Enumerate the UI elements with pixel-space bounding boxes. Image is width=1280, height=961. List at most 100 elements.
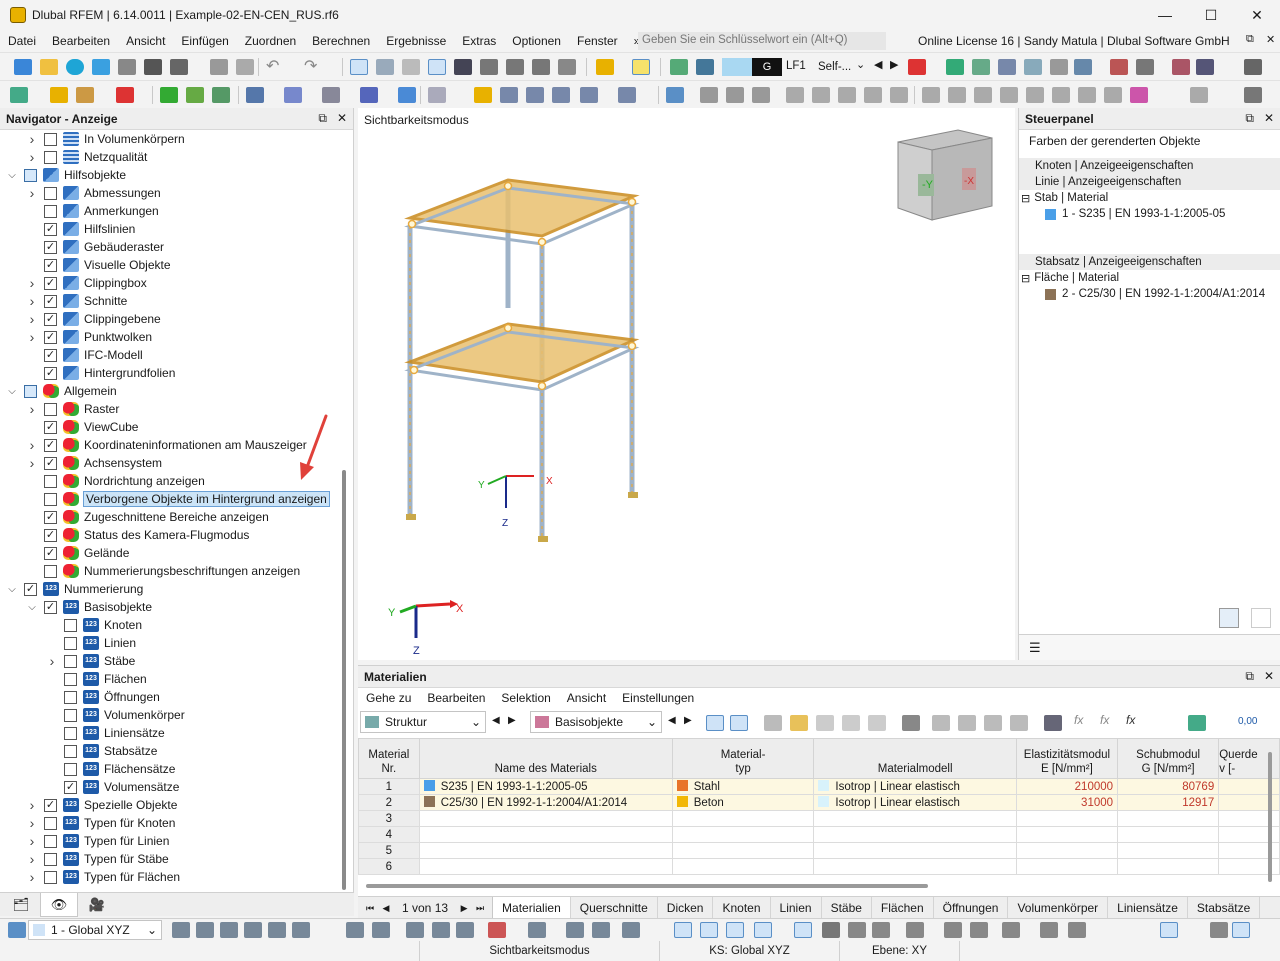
snap-tan-icon[interactable] — [292, 922, 310, 938]
more-tools-icon[interactable] — [1190, 87, 1208, 103]
menu-einstellungen[interactable]: Einstellungen — [614, 691, 702, 705]
chevron-right-icon[interactable]: › — [26, 275, 38, 291]
menu-bearbeiten[interactable]: Bearbeiten — [44, 34, 118, 48]
plate-icon[interactable] — [812, 87, 830, 103]
snap-grid-icon[interactable] — [196, 922, 214, 938]
collapse-icon[interactable]: ⊟ — [1021, 192, 1030, 205]
tree-item-checkbox[interactable] — [64, 672, 77, 686]
menu-optionen[interactable]: Optionen — [504, 34, 569, 48]
tree-item-checkbox[interactable] — [64, 636, 77, 650]
chevron-right-icon[interactable]: › — [26, 455, 38, 471]
snap-mid-icon[interactable] — [220, 922, 238, 938]
panel-icon[interactable] — [428, 59, 446, 75]
cell-type[interactable]: Beton — [671, 794, 815, 811]
copy-row-icon[interactable] — [868, 715, 886, 731]
tree-item-checkbox[interactable] — [44, 132, 57, 146]
table-icon[interactable] — [764, 715, 782, 731]
tree-item-checkbox[interactable] — [64, 762, 77, 776]
tree-item[interactable]: Verborgene Objekte im Hintergrund anzeig… — [26, 490, 330, 508]
tree-item[interactable]: Anmerkungen — [26, 202, 159, 220]
solid2-icon[interactable] — [838, 87, 856, 103]
arrow-right-icon[interactable] — [1010, 715, 1028, 731]
cell-nr[interactable]: 2 — [358, 794, 420, 811]
chevron-right-icon[interactable]: › — [46, 653, 58, 669]
tree-item-checkbox[interactable]: ✓ — [44, 420, 57, 434]
cell-model[interactable] — [813, 810, 1017, 827]
tree-item-checkbox[interactable]: ✓ — [64, 780, 77, 794]
slope-icon[interactable] — [890, 87, 908, 103]
search-input[interactable]: Geben Sie ein Schlüsselwort ein (Alt+Q) — [638, 32, 886, 50]
cell-type[interactable] — [671, 826, 815, 843]
tree-item[interactable]: › 123 Typen für Knoten — [26, 814, 176, 832]
layers-icon[interactable] — [506, 59, 524, 75]
tree-item-checkbox[interactable]: ✓ — [44, 456, 57, 470]
tree-item[interactable]: › ✓ 123 Spezielle Objekte — [26, 796, 178, 814]
color-scheme-icon[interactable] — [1219, 608, 1239, 628]
tree-item[interactable]: ✓ ViewCube — [26, 418, 138, 436]
next-icon[interactable]: ▶ — [508, 715, 516, 726]
filter-icon[interactable] — [666, 87, 684, 103]
table-row[interactable]: 3 — [358, 810, 1280, 827]
snap-icon[interactable] — [474, 87, 492, 103]
align-icon[interactable] — [922, 87, 940, 103]
delete-row-icon[interactable] — [842, 715, 860, 731]
float-panel-icon[interactable]: ⧉ — [1245, 111, 1254, 126]
cloud-icon[interactable] — [66, 59, 84, 75]
cell-nr[interactable]: 1 — [358, 778, 420, 795]
tree-item[interactable]: › ✓ Koordinateninformationen am Mauszeiger — [26, 436, 307, 454]
tree-item-checkbox[interactable] — [24, 384, 37, 398]
tree-item[interactable]: › Abmessungen — [26, 184, 161, 202]
tree-item[interactable]: 123 Flächen — [46, 670, 147, 688]
cell-name[interactable] — [418, 826, 673, 843]
tree-item[interactable]: ⌵ ✓ 123 Basisobjekte — [26, 598, 152, 616]
cell-model[interactable]: Isotrop | Linear elastisch — [813, 778, 1017, 795]
support-tool-icon[interactable] — [160, 87, 178, 103]
supports-icon[interactable] — [1024, 59, 1042, 75]
tree-item-checkbox[interactable]: ✓ — [44, 510, 57, 524]
next-icon[interactable]: ▶ — [684, 715, 692, 726]
save-icon[interactable] — [144, 59, 162, 75]
tree-item-checkbox[interactable] — [44, 474, 57, 488]
tab-liniensätze[interactable]: Liniensätze — [1108, 896, 1188, 920]
close-panel-icon[interactable]: ✕ — [1264, 111, 1274, 126]
combination-icon[interactable] — [696, 59, 714, 75]
tree-item[interactable]: 123 Knoten — [46, 616, 142, 634]
count-icon[interactable] — [528, 922, 546, 938]
tree-item[interactable]: ✓ Hintergrundfolien — [26, 364, 175, 382]
tree-item-checkbox[interactable] — [44, 204, 57, 218]
menu-ansicht[interactable]: Ansicht — [559, 691, 614, 705]
insert-row-icon[interactable] — [816, 715, 834, 731]
tree-item[interactable]: ✓ Zugeschnittene Bereiche anzeigen — [26, 508, 269, 526]
load-icon[interactable] — [456, 922, 474, 938]
tree-item[interactable]: › ✓ Clippingebene — [26, 310, 161, 328]
web-services-icon[interactable] — [532, 59, 550, 75]
tree-item[interactable]: ✓ Gelände — [26, 544, 129, 562]
render-icon[interactable] — [284, 87, 302, 103]
new-file-icon[interactable] — [14, 59, 32, 75]
cell-g[interactable]: 12917 — [1117, 794, 1220, 811]
last-page-icon[interactable]: ⏭ — [472, 903, 488, 914]
navigator-scrollbar[interactable] — [342, 470, 346, 890]
cell-e[interactable] — [1015, 842, 1119, 859]
table-row[interactable]: 6 — [358, 858, 1280, 875]
snap-member-icon[interactable] — [552, 87, 570, 103]
tree-item[interactable]: › ✓ Schnitte — [26, 292, 128, 310]
tree-item[interactable]: Nummerierungsbeschriftungen anzeigen — [26, 562, 300, 580]
list-view-icon[interactable]: ☰ — [1029, 640, 1041, 656]
tab-display-icon[interactable]: 👁 — [40, 893, 78, 917]
menu-einfuegen[interactable]: Einfügen — [173, 34, 236, 48]
tree-item-checkbox[interactable]: ✓ — [44, 276, 57, 290]
table-row[interactable]: 2 C25/30 | EN 1992-1-1:2004/A1:2014 Beton I… — [358, 794, 1280, 811]
chevron-right-icon[interactable]: › — [26, 833, 38, 849]
chevron-down-icon[interactable]: ⌵ — [6, 170, 18, 181]
snap-toggle-icon[interactable] — [674, 922, 692, 938]
snap-node-icon[interactable] — [172, 922, 190, 938]
close-doc-icon[interactable]: ✕ — [1266, 33, 1275, 46]
chevron-right-icon[interactable]: › — [26, 329, 38, 345]
gyro-icon[interactable] — [558, 59, 576, 75]
document-icon[interactable] — [236, 59, 254, 75]
cell-e[interactable]: 31000 — [1015, 794, 1119, 811]
col-header-type[interactable]: Material-typ — [671, 738, 815, 779]
tab-views-icon[interactable]: 🎥 — [78, 893, 116, 917]
values-icon[interactable] — [1196, 59, 1214, 75]
